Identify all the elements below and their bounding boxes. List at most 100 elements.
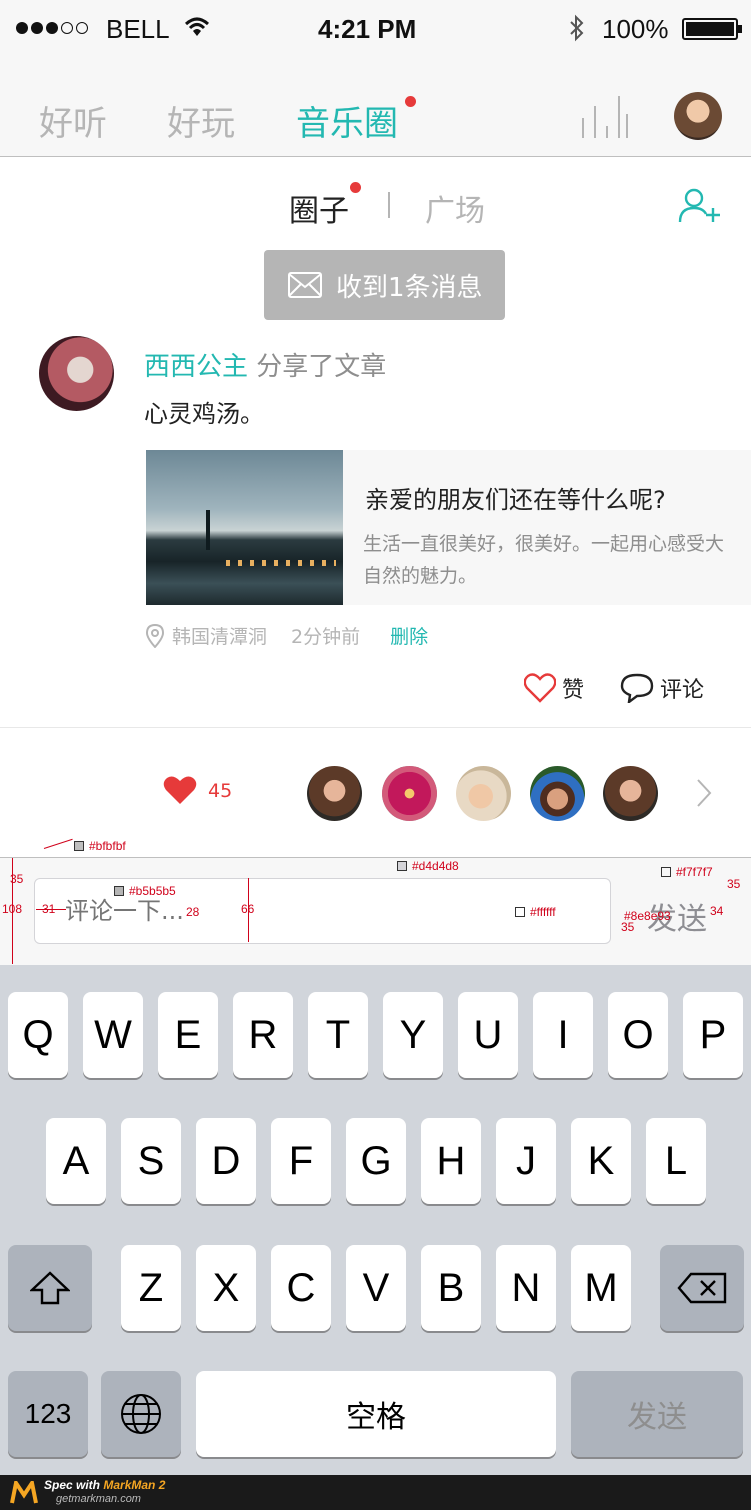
annotation-leader [43,838,73,849]
liker-avatar[interactable] [307,766,362,821]
dimension-label: 35 [727,877,741,891]
post-time: 2分钟前 [291,626,361,648]
status-bar: BELL 4:21 PM 100% [0,0,751,60]
add-user-icon[interactable] [678,188,722,224]
key-c[interactable]: C [271,1245,331,1331]
notification-dot [405,96,416,107]
color-annotation: #ffffff [515,905,556,919]
tab-circle[interactable]: 圈子 [289,186,349,230]
footer-brand: Spec with MarkMan 2 [44,1478,166,1492]
markman-logo-icon [10,1481,38,1504]
liker-avatar[interactable] [382,766,437,821]
key-o[interactable]: O [608,992,668,1078]
globe-icon [121,1394,161,1434]
key-e[interactable]: E [158,992,218,1078]
key-v[interactable]: V [346,1245,406,1331]
tab-square[interactable]: 广场 [425,186,485,230]
key-z[interactable]: Z [121,1245,181,1331]
article-title: 亲爱的朋友们还在等什么呢? [365,486,666,514]
key-d[interactable]: D [196,1118,256,1204]
key-p[interactable]: P [683,992,743,1078]
location-pin-icon [146,623,164,648]
comment-button[interactable]: 评论 [620,672,704,704]
backspace-icon [677,1272,727,1304]
key-n[interactable]: N [496,1245,556,1331]
liker-avatar[interactable] [530,766,585,821]
carrier-name: BELL [106,14,170,44]
key-k[interactable]: K [571,1118,631,1204]
dimension-label: 31 [42,902,56,916]
color-annotation: #bfbfbf [74,839,126,853]
dimension-label: 35 [621,920,635,934]
user-avatar[interactable] [674,92,722,140]
dimension-label: 35 [10,872,24,886]
space-key[interactable]: 空格 [196,1371,556,1457]
heart-filled-icon [163,776,197,804]
dimension-label: 28 [186,905,200,919]
key-r[interactable]: R [233,992,293,1078]
article-description: 生活一直很美好，很美好。一起用心感受大自然的魅力。 [363,533,725,587]
comment-bubble-icon [620,673,654,703]
dimension-label: 66 [241,902,255,916]
clock: 4:21 PM [318,14,417,44]
message-label: 收到1条消息 [336,272,483,303]
key-l[interactable]: L [646,1118,706,1204]
key-t[interactable]: T [308,992,368,1078]
post-author-name[interactable]: 西西公主 [144,352,248,382]
liker-avatar[interactable] [456,766,511,821]
numbers-key[interactable]: 123 [8,1371,88,1457]
key-b[interactable]: B [421,1245,481,1331]
key-w[interactable]: W [83,992,143,1078]
liker-avatar[interactable] [603,766,658,821]
shift-key[interactable] [8,1245,92,1331]
keyboard: Q W E R T Y U I O P A S D F G H J K L Z … [0,965,751,1475]
post-meta: 韩国清潭洞 2分钟前 删除 [146,622,428,649]
key-f[interactable]: F [271,1118,331,1204]
post-header: 西西公主 分享了文章 [144,346,386,383]
notification-dot [350,182,361,193]
key-u[interactable]: U [458,992,518,1078]
delete-link[interactable]: 删除 [390,622,428,649]
key-y[interactable]: Y [383,992,443,1078]
battery-percent: 100% [602,14,669,44]
wifi-icon [184,17,210,36]
new-message-button[interactable]: 收到1条消息 [264,250,505,320]
dimension-label: 34 [710,904,724,918]
divider [388,192,390,218]
tab-haoting[interactable]: 好听 [39,96,107,145]
key-s[interactable]: S [121,1118,181,1204]
post-author-avatar[interactable] [39,336,114,411]
equalizer-icon[interactable] [580,96,630,138]
like-button[interactable]: 赞 [524,672,584,704]
color-annotation: #d4d4d8 [397,859,459,873]
tab-music-circle[interactable]: 音乐圈 [296,96,398,145]
key-j[interactable]: J [496,1118,556,1204]
chevron-right-icon[interactable] [694,778,714,808]
post-action: 分享了文章 [256,352,387,382]
shift-icon [30,1271,70,1305]
backspace-key[interactable] [660,1245,744,1331]
color-annotation: #b5b5b5 [114,884,176,898]
markman-footer: Spec with MarkMan 2 getmarkman.com [0,1475,751,1510]
globe-key[interactable] [101,1371,181,1457]
tab-haowan[interactable]: 好玩 [167,96,235,145]
shared-article-card[interactable]: 亲爱的朋友们还在等什么呢? 生活一直很美好，很美好。一起用心感受大自然的魅力。 [146,450,751,605]
key-g[interactable]: G [346,1118,406,1204]
keyboard-send-key[interactable]: 发送 [571,1371,743,1457]
key-h[interactable]: H [421,1118,481,1204]
likes-count: 45 [208,780,233,802]
key-m[interactable]: M [571,1245,631,1331]
signal-strength-icon [16,22,88,34]
key-i[interactable]: I [533,992,593,1078]
key-q[interactable]: Q [8,992,68,1078]
post-location: 韩国清潭洞 [172,626,268,648]
dimension-label: 108 [2,902,23,916]
key-x[interactable]: X [196,1245,256,1331]
top-nav: 好听 好玩 音乐圈 [0,60,751,157]
color-annotation: #f7f7f7 [661,865,713,879]
key-a[interactable]: A [46,1118,106,1204]
footer-domain: getmarkman.com [56,1493,141,1505]
like-label: 赞 [562,678,585,703]
post-text: 心灵鸡汤。 [144,400,264,428]
heart-outline-icon [524,673,556,703]
